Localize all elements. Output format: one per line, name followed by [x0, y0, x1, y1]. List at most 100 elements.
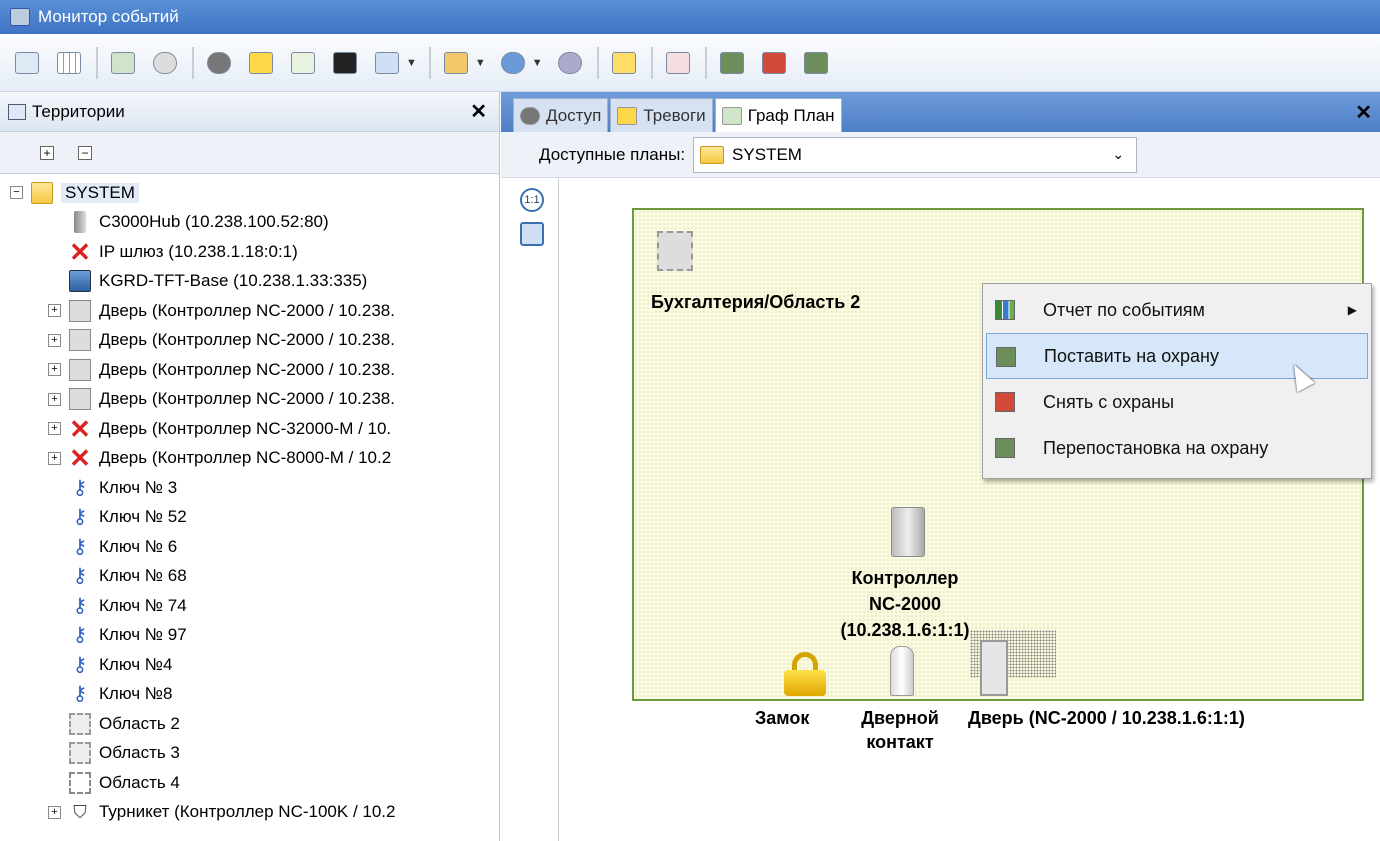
sound-button[interactable] [609, 48, 639, 78]
tree-item-label: Дверь (Контроллер NC-2000 / 10.238. [99, 359, 395, 379]
arm-toolbar-button[interactable] [717, 48, 747, 78]
app-icon [10, 8, 30, 26]
tree-item-label: SYSTEM [61, 182, 139, 203]
plans-select[interactable]: SYSTEM ⌄ [693, 136, 1138, 173]
tab-access[interactable]: Доступ [513, 98, 609, 132]
tree-item-label: Ключ № 52 [99, 507, 187, 527]
card-dropdown-icon[interactable]: ▼ [475, 57, 486, 69]
tree-expander-icon[interactable]: + [48, 422, 61, 436]
tree-item[interactable]: + ✕ Дверь (Контроллер NC-32000-M / 10. [10, 414, 500, 444]
menu-item-label: Поставить на охрану [1044, 345, 1219, 366]
submenu-arrow-icon: ▶ [1347, 303, 1357, 317]
menu-item-event-report[interactable]: Отчет по событиям ▶ [983, 287, 1371, 333]
tree-expander-icon[interactable]: + [48, 304, 61, 318]
door-contact-icon[interactable] [890, 646, 914, 696]
zoom-actual-size-button[interactable]: 1:1 [520, 188, 544, 212]
territories-toggle-button[interactable] [12, 48, 42, 78]
grid-button[interactable] [54, 48, 84, 78]
tree-item[interactable]: Область 4 [10, 768, 500, 798]
tree-item-label: Дверь (Контроллер NC-2000 / 10.238. [99, 300, 395, 320]
area-icon [69, 712, 91, 735]
disarm-toolbar-button[interactable] [759, 48, 789, 78]
tree-expander-icon[interactable]: + [48, 363, 61, 377]
key-icon: ⚷ [72, 683, 88, 706]
search-button[interactable] [372, 48, 402, 78]
zoom-fit-button[interactable] [520, 222, 544, 246]
tree-expander-icon[interactable]: + [48, 805, 61, 819]
tree-item[interactable]: ⚷ Ключ № 97 [10, 621, 500, 651]
window-title: Монитор событий [38, 7, 179, 26]
tree-item[interactable]: + ⛉ Турникет (Контроллер NC-100K / 10.2 [10, 798, 500, 828]
expand-all-button[interactable]: + [40, 145, 54, 160]
tree-item[interactable]: ⚷ Ключ №4 [10, 650, 500, 680]
tab-alarms[interactable]: Тревоги [610, 98, 713, 132]
card-button[interactable] [441, 48, 471, 78]
tree-item[interactable]: + Дверь (Контроллер NC-2000 / 10.238. [10, 326, 500, 356]
tree-item-label: Дверь (Контроллер NC-32000-M / 10. [99, 418, 392, 438]
close-icon[interactable]: ✕ [470, 99, 487, 124]
tree-item-label: C3000Hub (10.238.100.52:80) [99, 212, 329, 232]
search-dropdown-icon[interactable]: ▼ [406, 57, 417, 69]
chevron-down-icon: ⌄ [1112, 145, 1125, 162]
alarm-button[interactable] [246, 48, 276, 78]
tree-item[interactable]: ⚷ Ключ № 52 [10, 503, 500, 533]
key-icon: ⚷ [72, 506, 88, 529]
tree-item[interactable]: + Дверь (Контроллер NC-2000 / 10.238. [10, 355, 500, 385]
lock-label: Замок [755, 708, 810, 728]
folder-icon [700, 145, 725, 164]
menu-item-disarm[interactable]: Снять с охраны [983, 379, 1371, 425]
globe-dropdown-icon[interactable]: ▼ [532, 57, 543, 69]
tree-item[interactable]: Область 2 [10, 709, 500, 739]
console-button[interactable] [330, 48, 360, 78]
tree-item[interactable]: KGRD-TFT-Base (10.238.1.33:335) [10, 267, 500, 297]
territories-panel: Территории ✕ + − − SYSTEM C3000Hub (10.238… [0, 92, 500, 841]
menu-item-arm[interactable]: Поставить на охрану [986, 333, 1368, 379]
tree-item-label: Ключ №4 [99, 654, 173, 674]
tree-item-label: Турникет (Контроллер NC-100K / 10.2 [99, 802, 396, 822]
tree-item[interactable]: + Дверь (Контроллер NC-2000 / 10.238. [10, 296, 500, 326]
close-tab-icon[interactable]: ✕ [1355, 100, 1372, 125]
tree-item[interactable]: C3000Hub (10.238.100.52:80) [10, 208, 500, 238]
tree-expander-icon[interactable]: + [48, 333, 61, 347]
tree-item[interactable]: ⚷ Ключ № 68 [10, 562, 500, 592]
collapse-all-button[interactable]: − [78, 145, 92, 160]
toolbar-separator [596, 46, 599, 79]
key-icon: ⚷ [72, 624, 88, 647]
main-toolbar: ▼ ▼ ▼ [0, 34, 1380, 92]
key-icon: ⚷ [72, 565, 88, 588]
controller-icon[interactable] [891, 507, 925, 557]
checklist-button[interactable] [663, 48, 693, 78]
report-icon [995, 300, 1015, 320]
plan-button[interactable] [108, 48, 138, 78]
monitor-icon [69, 270, 91, 293]
rearm-toolbar-button[interactable] [801, 48, 831, 78]
access-button[interactable] [204, 48, 234, 78]
tree-item[interactable]: + Дверь (Контроллер NC-2000 / 10.238. [10, 385, 500, 415]
globe-button[interactable] [498, 48, 528, 78]
tree-expander-icon[interactable]: − [10, 186, 23, 200]
door-icon[interactable] [980, 640, 1008, 696]
tab-graph-plan[interactable]: Граф План [714, 98, 842, 132]
hub-device-icon [74, 211, 86, 234]
edit-button[interactable] [288, 48, 318, 78]
controller-label-2: NC-2000 [868, 594, 942, 614]
plan-canvas[interactable]: Бухгалтерия/Область 2 Контроллер NC-2000… [560, 178, 1380, 841]
tree-item[interactable]: ⚷ Ключ № 6 [10, 532, 500, 562]
tree-item[interactable]: ⚷ Ключ №8 [10, 680, 500, 710]
tree-item[interactable]: Область 3 [10, 739, 500, 769]
tree-item[interactable]: ⚷ Ключ № 3 [10, 473, 500, 503]
users-button[interactable] [555, 48, 585, 78]
keys-button[interactable] [150, 48, 180, 78]
tree-item[interactable]: + ✕ Дверь (Контроллер NC-8000-M / 10.2 [10, 444, 500, 474]
tree-item[interactable]: ⚷ Ключ № 74 [10, 591, 500, 621]
lock-icon[interactable] [784, 652, 826, 696]
menu-item-rearm[interactable]: Перепостановка на охрану [983, 425, 1371, 471]
tree-item[interactable]: ✕ IP шлюз (10.238.1.18:0:1) [10, 237, 500, 267]
tree-item[interactable]: − SYSTEM [10, 178, 500, 208]
area-icon [69, 742, 91, 765]
area-marker-icon[interactable] [657, 231, 693, 271]
tree-expander-icon[interactable]: + [48, 392, 61, 406]
error-x-icon: ✕ [69, 443, 91, 474]
tree-expander-icon[interactable]: + [48, 451, 61, 465]
disarm-icon [995, 392, 1015, 412]
